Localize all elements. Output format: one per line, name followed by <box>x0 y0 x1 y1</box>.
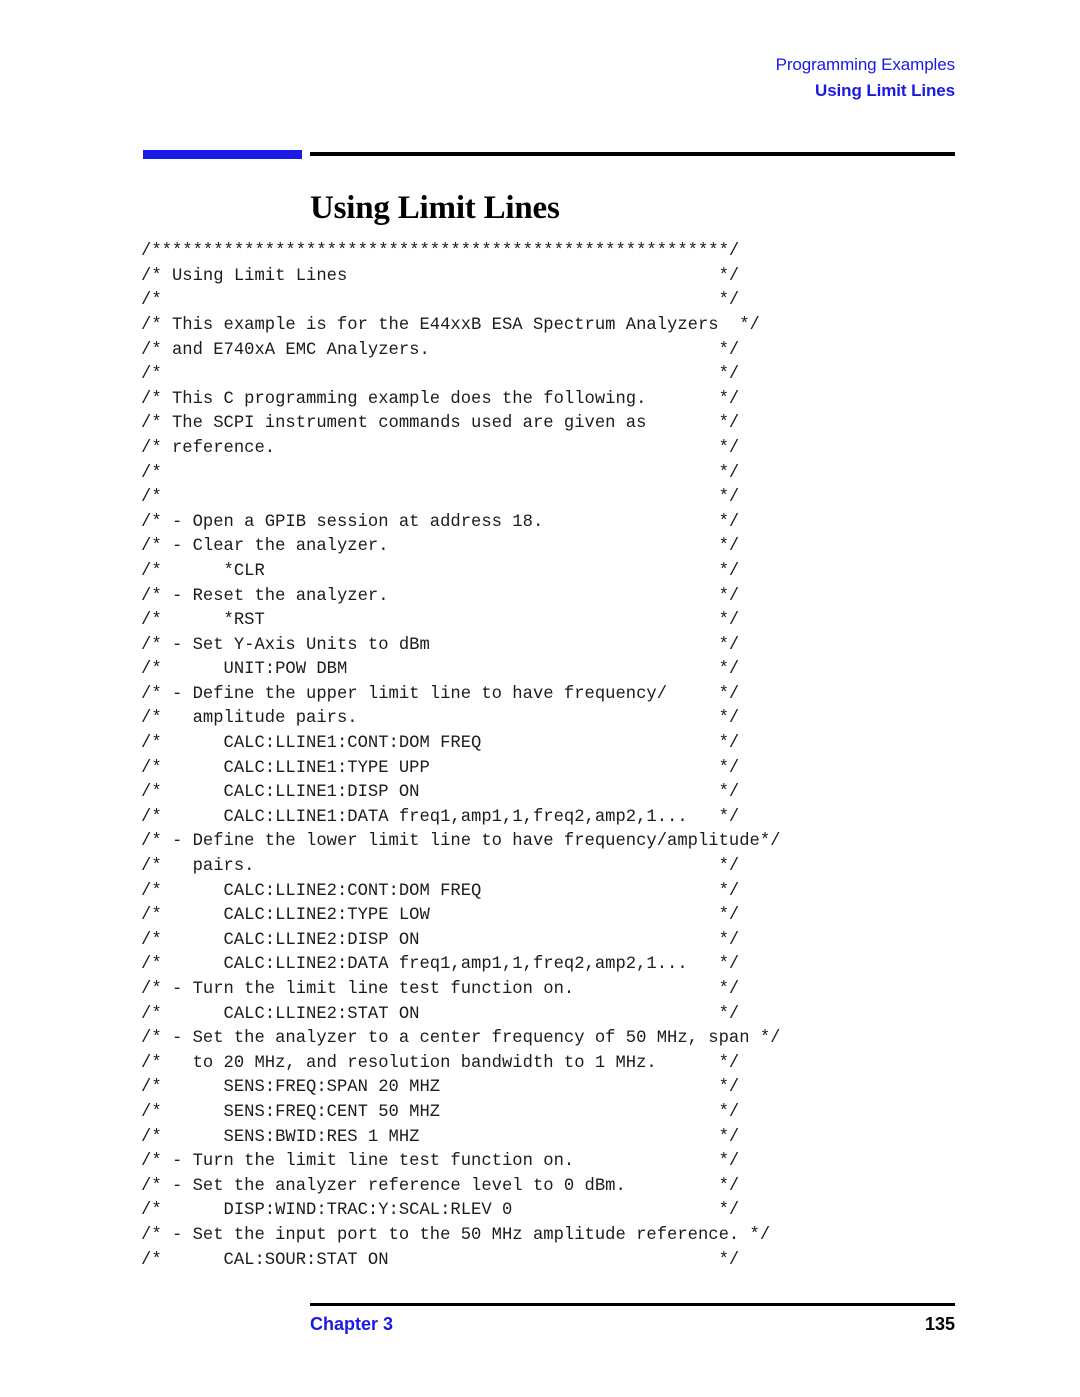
code-line: /* SENS:BWID:RES 1 MHZ */ <box>141 1127 740 1147</box>
code-line: /* CALC:LLINE1:CONT:DOM FREQ */ <box>141 734 740 754</box>
code-line: /* CALC:LLINE2:CONT:DOM FREQ */ <box>141 881 740 901</box>
code-line: /* CAL:SOUR:STAT ON */ <box>141 1250 740 1270</box>
code-line: /* to 20 MHz, and resolution bandwidth t… <box>141 1053 740 1073</box>
code-line: /* CALC:LLINE1:TYPE UPP */ <box>141 758 740 778</box>
code-line: /* This C programming example does the f… <box>141 389 740 409</box>
page-title: Using Limit Lines <box>310 190 560 227</box>
code-line: /* reference. */ <box>141 438 740 458</box>
code-line: /* */ <box>141 291 740 311</box>
page-footer: Chapter 3 135 <box>310 1314 955 1340</box>
code-line: /* Using Limit Lines */ <box>141 266 740 286</box>
footer-chapter-label: Chapter 3 <box>310 1314 394 1334</box>
code-line: /* - Turn the limit line test function o… <box>141 980 740 999</box>
code-line: /* *CLR */ <box>141 561 740 581</box>
code-listing: /***************************************… <box>141 240 941 1273</box>
running-header-section-name: Using Limit Lines <box>815 81 955 101</box>
code-line: /* amplitude pairs. */ <box>141 709 740 729</box>
code-line: /* */ <box>141 365 740 385</box>
code-line: /* and E740xA EMC Analyzers. */ <box>141 340 740 360</box>
code-line: /* CALC:LLINE2:TYPE LOW */ <box>141 906 740 926</box>
code-line: /* - Set the analyzer reference level to… <box>141 1176 740 1196</box>
code-line: /* CALC:LLINE1:DISP ON */ <box>141 783 740 803</box>
footer-horizontal-rule <box>310 1303 955 1306</box>
code-line: /* This example is for the E44xxB ESA Sp… <box>141 315 760 335</box>
code-line: /* - Set the analyzer to a center freque… <box>141 1029 781 1049</box>
code-line: /* The SCPI instrument commands used are… <box>141 414 740 434</box>
document-page: Programming Examples Using Limit Lines U… <box>0 0 1080 1397</box>
code-line: /* *RST */ <box>141 611 740 631</box>
running-header-chapter-name: Programming Examples <box>775 55 956 74</box>
code-line: /* SENS:FREQ:CENT 50 MHZ */ <box>141 1102 740 1122</box>
code-line: /* CALC:LLINE1:DATA freq1,amp1,1,freq2,a… <box>141 807 740 827</box>
code-line: /* - Clear the analyzer. */ <box>141 537 740 557</box>
title-horizontal-rule <box>310 152 955 156</box>
code-line: /* DISP:WIND:TRAC:Y:SCAL:RLEV 0 */ <box>141 1201 740 1221</box>
code-line: /***************************************… <box>141 242 740 262</box>
code-line: /* CALC:LLINE2:STAT ON */ <box>141 1004 740 1024</box>
code-line: /* - Set the input port to the 50 MHz am… <box>141 1225 771 1245</box>
code-line: /* - Turn the limit line test function o… <box>141 1152 740 1172</box>
code-line: /* - Set Y-Axis Units to dBm */ <box>141 635 740 655</box>
code-line: /* */ <box>141 488 740 508</box>
title-rule-group <box>0 148 1080 159</box>
code-line: /* pairs. */ <box>141 857 740 877</box>
code-line: /* CALC:LLINE2:DATA freq1,amp1,1,freq2,a… <box>141 955 740 975</box>
running-header: Programming Examples Using Limit Lines <box>0 54 956 102</box>
code-line: /* CALC:LLINE2:DISP ON */ <box>141 930 740 950</box>
footer-page-number: 135 <box>924 1314 955 1334</box>
code-line: /* - Reset the analyzer. */ <box>141 586 740 606</box>
code-line: /* */ <box>141 463 740 483</box>
code-line: /* - Define the upper limit line to have… <box>141 684 740 704</box>
code-line: /* UNIT:POW DBM */ <box>141 660 740 680</box>
code-line: /* SENS:FREQ:SPAN 20 MHZ */ <box>141 1078 740 1098</box>
code-line: /* - Open a GPIB session at address 18. … <box>141 512 740 532</box>
code-line: /* - Define the lower limit line to have… <box>141 832 781 852</box>
blue-accent-bar <box>143 150 302 159</box>
